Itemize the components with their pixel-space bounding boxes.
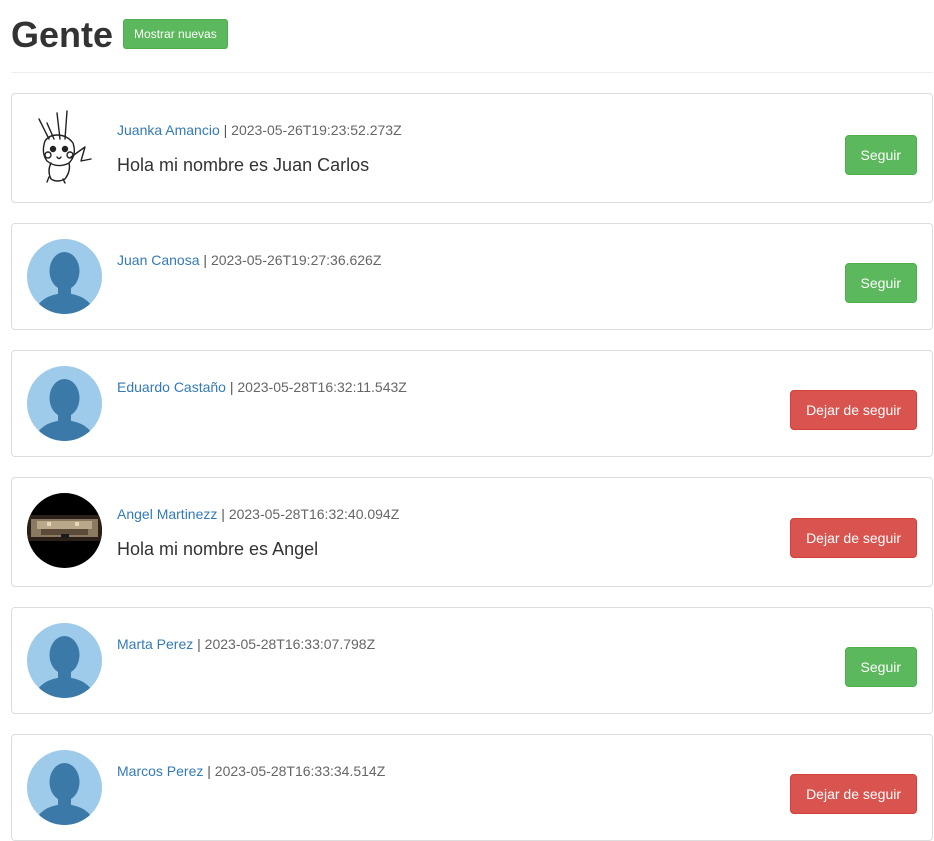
default-avatar-icon [27, 623, 102, 698]
user-card: Juan Canosa | 2023-05-26T19:27:36.626Z S… [11, 223, 933, 330]
user-name-link[interactable]: Juan Canosa [117, 252, 200, 268]
user-card: Eduardo Castaño | 2023-05-28T16:32:11.54… [11, 350, 933, 457]
user-date: 2023-05-26T19:27:36.626Z [210, 252, 382, 268]
meta-separator: | [223, 122, 228, 138]
header-divider [11, 72, 933, 73]
user-name-link[interactable]: Eduardo Castaño [117, 379, 226, 395]
user-name-link[interactable]: Marcos Perez [117, 763, 203, 779]
meta-separator: | [207, 763, 211, 779]
user-date: 2023-05-28T16:33:34.514Z [214, 763, 386, 779]
page-title: Gente [11, 14, 114, 55]
show-new-button[interactable]: Mostrar nuevas [123, 19, 228, 49]
user-bio: Hola mi nombre es Juan Carlos [117, 155, 370, 175]
photo-avatar-icon [27, 493, 102, 568]
user-card: Juanka Amancio | 2023-05-26T19:23:52.273… [11, 93, 933, 203]
user-meta: Juanka Amancio | 2023-05-26T19:23:52.273… [117, 122, 772, 138]
user-date: 2023-05-28T16:32:11.543Z [237, 379, 407, 395]
pikachu-avatar-icon [27, 109, 102, 184]
user-meta: Angel Martinezz | 2023-05-28T16:32:40.09… [117, 506, 772, 522]
meta-separator: | [197, 636, 201, 652]
user-name-link[interactable]: Marta Perez [117, 636, 193, 652]
user-card: Marta Perez | 2023-05-28T16:33:07.798Z S… [11, 607, 933, 714]
follow-button[interactable]: Seguir [844, 135, 917, 175]
user-date: 2023-05-26T19:23:52.273Z [231, 122, 402, 138]
default-avatar-icon [27, 239, 102, 314]
follow-button[interactable]: Seguir [844, 647, 917, 687]
user-date: 2023-05-28T16:32:40.094Z [228, 506, 400, 522]
unfollow-button[interactable]: Dejar de seguir [790, 390, 917, 430]
default-avatar-icon [27, 366, 102, 441]
meta-separator: | [203, 252, 208, 268]
user-name-link[interactable]: Juanka Amancio [117, 122, 220, 138]
meta-separator: | [221, 506, 225, 522]
user-meta: Marcos Perez | 2023-05-28T16:33:34.514Z [117, 763, 772, 779]
meta-separator: | [229, 379, 234, 395]
user-card: Marcos Perez | 2023-05-28T16:33:34.514Z … [11, 734, 933, 841]
follow-button[interactable]: Seguir [844, 263, 917, 303]
user-meta: Marta Perez | 2023-05-28T16:33:07.798Z [117, 636, 772, 652]
user-date: 2023-05-28T16:33:07.798Z [204, 636, 376, 652]
user-name-link[interactable]: Angel Martinezz [117, 506, 217, 522]
page-header: Gente Mostrar nuevas [11, 14, 228, 56]
user-meta: Eduardo Castaño | 2023-05-28T16:32:11.54… [117, 379, 772, 395]
user-meta: Juan Canosa | 2023-05-26T19:27:36.626Z [117, 252, 772, 268]
unfollow-button[interactable]: Dejar de seguir [790, 774, 917, 814]
user-bio: Hola mi nombre es Angel [117, 539, 319, 559]
user-card: Angel Martinezz | 2023-05-28T16:32:40.09… [11, 477, 933, 587]
unfollow-button[interactable]: Dejar de seguir [790, 518, 917, 558]
default-avatar-icon [27, 750, 102, 825]
